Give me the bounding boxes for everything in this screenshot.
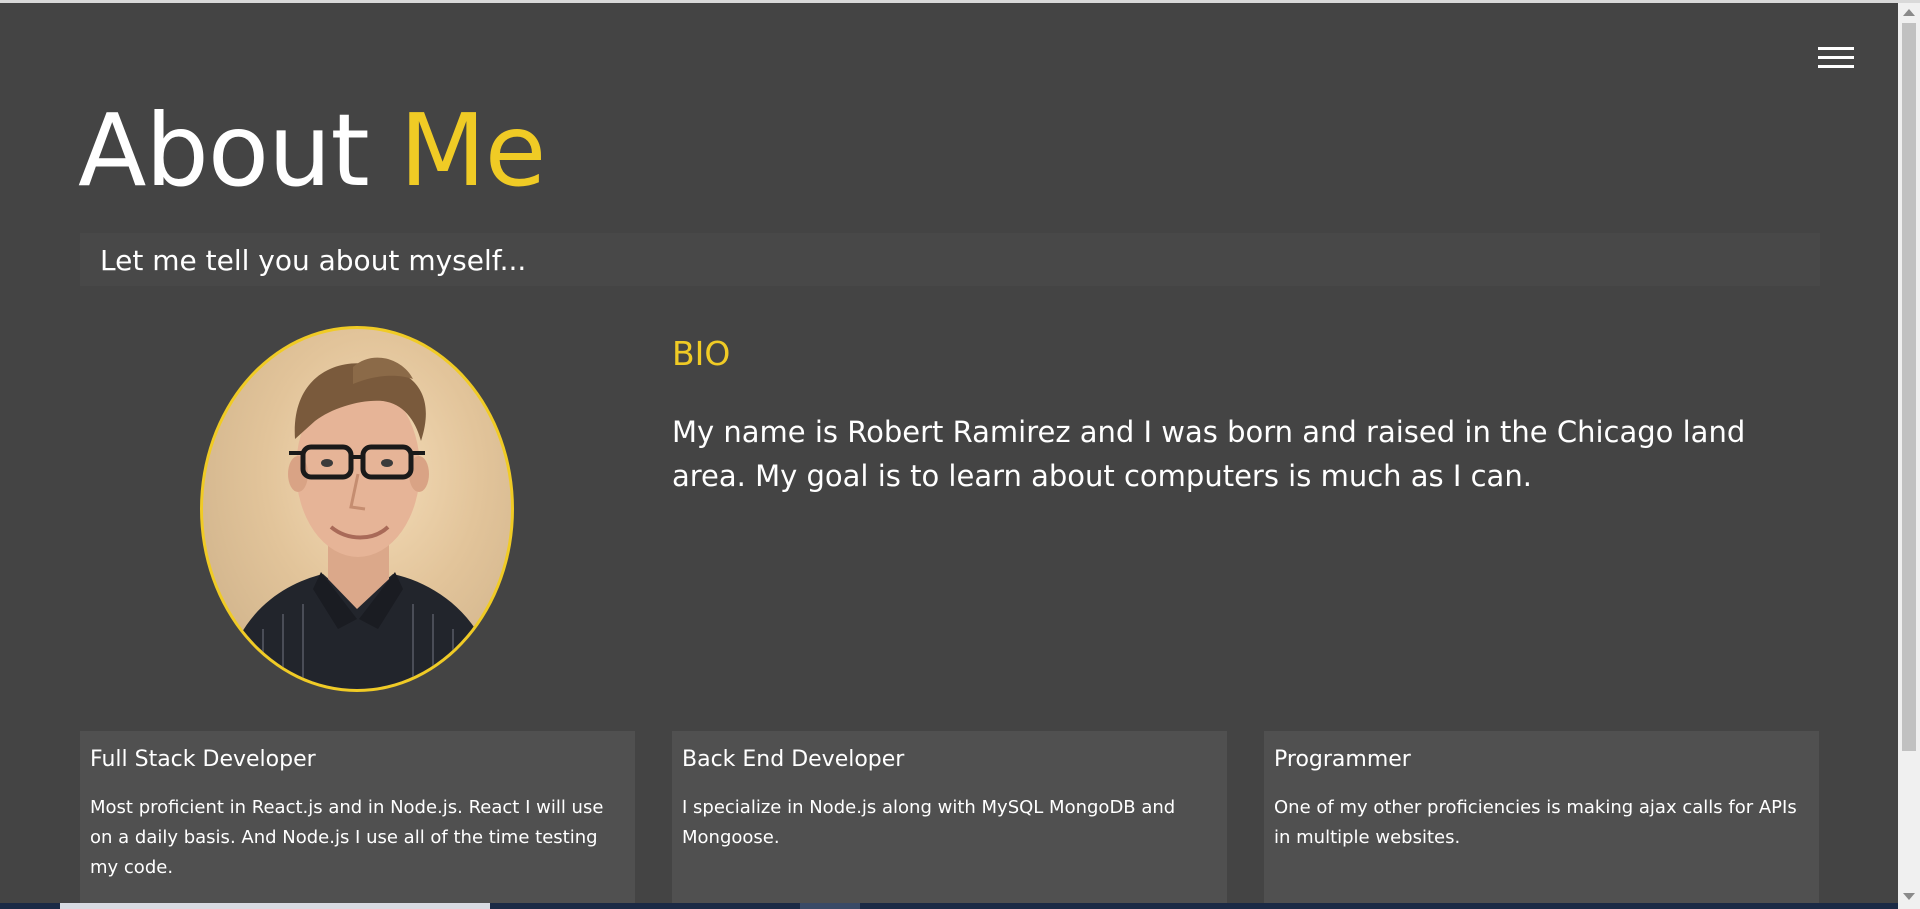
- card-title: Back End Developer: [682, 747, 905, 772]
- scrollbar-thumb[interactable]: [1902, 23, 1916, 751]
- hamburger-menu-icon[interactable]: [1818, 45, 1856, 73]
- skill-card-programmer: Programmer One of my other proficiencies…: [1264, 731, 1819, 909]
- skill-card-back-end: Back End Developer I specialize in Node.…: [672, 731, 1227, 909]
- taskbar-segment: [60, 903, 490, 909]
- subtitle-bar: Let me tell you about myself...: [80, 233, 1820, 286]
- menu-line: [1818, 65, 1854, 68]
- card-text: I specialize in Node.js along with MySQL…: [682, 797, 1176, 848]
- bio-heading: BIO: [672, 334, 731, 373]
- bio-text: My name is Robert Ramirez and I was born…: [672, 415, 1746, 493]
- card-title: Full Stack Developer: [90, 747, 316, 772]
- window-top-edge: [0, 0, 1920, 3]
- scroll-up-arrow-icon[interactable]: [1903, 9, 1915, 16]
- portrait-illustration: [223, 357, 498, 689]
- taskbar-edge: [0, 903, 1898, 909]
- vertical-scrollbar[interactable]: [1898, 3, 1920, 909]
- page-title-accent: Me: [399, 92, 546, 209]
- card-title: Programmer: [1274, 747, 1411, 772]
- profile-photo: [200, 326, 514, 692]
- scroll-down-arrow-icon[interactable]: [1903, 893, 1915, 900]
- subtitle-text: Let me tell you about myself...: [100, 244, 527, 277]
- skill-card-full-stack: Full Stack Developer Most proficient in …: [80, 731, 635, 909]
- about-page: About Me Let me tell you about myself...: [0, 0, 1920, 909]
- card-text: One of my other proficiencies is making …: [1274, 797, 1797, 848]
- page-title-main: About: [78, 92, 370, 209]
- page-title: About Me: [78, 101, 546, 201]
- card-text: Most proficient in React.js and in Node.…: [90, 797, 604, 878]
- menu-line: [1818, 47, 1854, 50]
- taskbar-segment: [800, 903, 860, 909]
- menu-line: [1818, 56, 1854, 59]
